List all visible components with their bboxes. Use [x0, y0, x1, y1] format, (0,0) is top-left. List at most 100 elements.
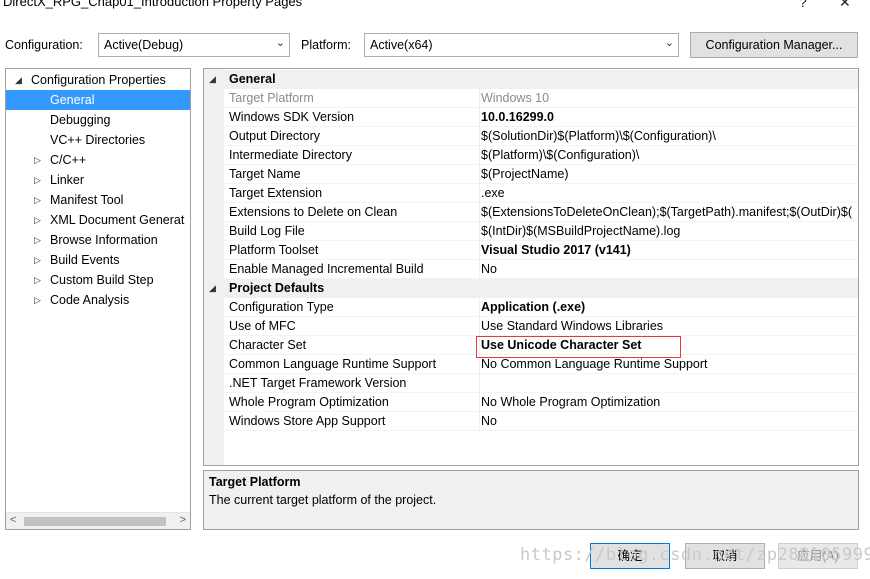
close-icon[interactable]: ✕	[839, 0, 851, 11]
apply-button[interactable]: 应用(A)	[778, 543, 858, 569]
property-value[interactable]: No	[481, 260, 858, 279]
help-icon[interactable]: ?	[799, 0, 807, 10]
property-row[interactable]: Whole Program Optimization No Whole Progr…	[204, 393, 858, 412]
tree-item-label: Manifest Tool	[50, 193, 124, 207]
tree-item[interactable]: ▷ C/C++	[6, 150, 190, 170]
collapse-arrow-icon[interactable]: ◢	[209, 70, 216, 89]
expand-arrow-icon[interactable]: ▷	[34, 270, 41, 290]
property-row[interactable]: Use of MFC Use Standard Windows Libraries	[204, 317, 858, 336]
tree-item-label: Browse Information	[50, 233, 158, 247]
property-name: Target Name	[229, 167, 301, 181]
expand-arrow-icon[interactable]: ▷	[34, 150, 41, 170]
property-row[interactable]: Target Platform Windows 10	[204, 89, 858, 108]
tree-item[interactable]: VC++ Directories	[6, 130, 190, 150]
tree-item-label: VC++ Directories	[50, 133, 146, 147]
scroll-left-icon[interactable]: <	[10, 514, 16, 526]
tree-horizontal-scrollbar[interactable]: < >	[6, 512, 190, 529]
property-row[interactable]: Windows Store App Support No	[204, 412, 858, 431]
property-name: Output Directory	[229, 129, 321, 143]
chevron-down-icon: ⌄	[664, 37, 674, 49]
column-divider	[479, 222, 480, 241]
configuration-bar: Configuration: Active(Debug) ⌄ Platform:…	[0, 32, 870, 59]
column-divider	[479, 184, 480, 203]
chevron-down-icon: ⌄	[275, 37, 285, 49]
ok-button[interactable]: 确定	[590, 543, 670, 569]
collapse-arrow-icon[interactable]: ◢	[15, 70, 22, 90]
configuration-value: Active(Debug)	[104, 38, 184, 52]
tree-item-label: Custom Build Step	[50, 273, 154, 287]
tree-item-label: Debugging	[50, 113, 111, 127]
configuration-dropdown[interactable]: Active(Debug) ⌄	[98, 33, 290, 57]
tree-item[interactable]: ▷ Code Analysis	[6, 290, 190, 310]
collapse-arrow-icon[interactable]: ◢	[209, 279, 216, 298]
category-tree[interactable]: ◢ Configuration Properties General Debugg…	[5, 68, 191, 530]
property-value[interactable]: Application (.exe)	[481, 298, 858, 317]
property-value[interactable]: No Whole Program Optimization	[481, 393, 858, 412]
property-value[interactable]: Visual Studio 2017 (v141)	[481, 241, 858, 260]
property-row[interactable]: Build Log File $(IntDir)$(MSBuildProjectN…	[204, 222, 858, 241]
column-divider	[479, 165, 480, 184]
cancel-button[interactable]: 取消	[685, 543, 765, 569]
tree-item[interactable]: ▷ Custom Build Step	[6, 270, 190, 290]
expand-arrow-icon[interactable]: ▷	[34, 190, 41, 210]
expand-arrow-icon[interactable]: ▷	[34, 210, 41, 230]
tree-item[interactable]: Debugging	[6, 110, 190, 130]
column-divider	[479, 108, 480, 127]
column-divider	[479, 374, 480, 393]
property-value[interactable]: .exe	[481, 184, 858, 203]
property-name: .NET Target Framework Version	[229, 376, 407, 390]
tree-item[interactable]: ▷ XML Document Generat	[6, 210, 190, 230]
tree-item[interactable]: General	[6, 90, 190, 110]
property-value[interactable]: $(ExtensionsToDeleteOnClean);$(TargetPat…	[481, 203, 858, 222]
tree-item-label: General	[50, 93, 95, 107]
property-row[interactable]: Output Directory $(SolutionDir)$(Platform…	[204, 127, 858, 146]
property-name: Extensions to Delete on Clean	[229, 205, 398, 219]
property-row[interactable]: Target Extension .exe	[204, 184, 858, 203]
expand-arrow-icon[interactable]: ▷	[34, 290, 41, 310]
configuration-label: Configuration:	[5, 38, 83, 52]
tree-item-label: Linker	[50, 173, 85, 187]
tree-item[interactable]: ▷ Build Events	[6, 250, 190, 270]
property-name: Common Language Runtime Support	[229, 357, 437, 371]
property-name: Configuration Type	[229, 300, 334, 314]
property-row[interactable]: Intermediate Directory $(Platform)\$(Conf…	[204, 146, 858, 165]
tree-item[interactable]: ▷ Manifest Tool	[6, 190, 190, 210]
property-row[interactable]: .NET Target Framework Version	[204, 374, 858, 393]
property-name: Use of MFC	[229, 319, 296, 333]
property-row[interactable]: Enable Managed Incremental Build No	[204, 260, 858, 279]
property-name: Character Set	[229, 338, 307, 352]
property-category[interactable]: ◢ General	[204, 70, 858, 89]
configuration-manager-button[interactable]: Configuration Manager...	[690, 32, 858, 58]
property-category[interactable]: ◢ Project Defaults	[204, 279, 858, 298]
property-value[interactable]: Use Standard Windows Libraries	[481, 317, 858, 336]
tree-item-label: Code Analysis	[50, 293, 130, 307]
property-value[interactable]: $(IntDir)$(MSBuildProjectName).log	[481, 222, 858, 241]
property-value[interactable]: Windows 10	[481, 89, 858, 108]
description-text: The current target platform of the proje…	[209, 493, 437, 507]
expand-arrow-icon[interactable]: ▷	[34, 230, 41, 250]
property-value[interactable]: $(ProjectName)	[481, 165, 858, 184]
property-name: Target Extension	[229, 186, 323, 200]
platform-dropdown[interactable]: Active(x64) ⌄	[364, 33, 679, 57]
scroll-right-icon[interactable]: >	[180, 514, 186, 526]
tree-item-label: Build Events	[50, 253, 120, 267]
property-value[interactable]: $(Platform)\$(Configuration)\	[481, 146, 858, 165]
expand-arrow-icon[interactable]: ▷	[34, 250, 41, 270]
column-divider	[479, 146, 480, 165]
property-value[interactable]: No	[481, 412, 858, 431]
tree-root[interactable]: ◢ Configuration Properties	[6, 70, 190, 90]
property-row[interactable]: Extensions to Delete on Clean $(Extension…	[204, 203, 858, 222]
column-divider	[479, 412, 480, 431]
property-row[interactable]: Configuration Type Application (.exe)	[204, 298, 858, 317]
tree-item[interactable]: ▷ Linker	[6, 170, 190, 190]
category-label: General	[229, 72, 276, 86]
tree-item[interactable]: ▷ Browse Information	[6, 230, 190, 250]
expand-arrow-icon[interactable]: ▷	[34, 170, 41, 190]
property-value[interactable]: 10.0.16299.0	[481, 108, 858, 127]
property-row[interactable]: Windows SDK Version 10.0.16299.0	[204, 108, 858, 127]
property-value[interactable]: $(SolutionDir)$(Platform)\$(Configuratio…	[481, 127, 858, 146]
property-row[interactable]: Target Name $(ProjectName)	[204, 165, 858, 184]
scroll-thumb[interactable]	[24, 517, 166, 526]
description-title: Target Platform	[209, 475, 301, 489]
property-row[interactable]: Platform Toolset Visual Studio 2017 (v141…	[204, 241, 858, 260]
